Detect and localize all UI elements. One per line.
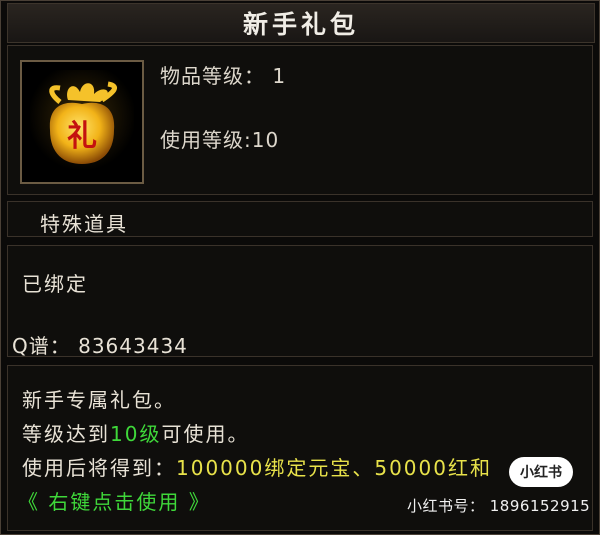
gift-glyph: 礼	[67, 119, 97, 154]
item-tooltip: 新手礼包 礼 物品等级： 1 使用等级:10 特殊道具 已绑定 Q谱： 8364…	[0, 0, 600, 535]
watermark-text: 小红书号： 1896152915	[407, 497, 591, 515]
bind-status: 已绑定	[22, 272, 88, 296]
qq-group-text: Q谱： 83643434	[12, 334, 188, 358]
desc-line-2: 等级达到10级可使用。	[22, 418, 249, 447]
use-level-row: 使用等级:10	[160, 124, 279, 153]
desc-line-2-c: 可使用。	[161, 422, 250, 446]
desc-line-3-a: 使用后将得到：	[22, 456, 176, 480]
item-level-row: 物品等级： 1	[160, 60, 286, 89]
item-header-panel: 礼 物品等级： 1 使用等级:10	[7, 45, 593, 195]
desc-line-1: 新手专属礼包。	[22, 388, 176, 412]
required-level: 10级	[110, 422, 162, 446]
desc-line-2-a: 等级达到	[22, 422, 110, 446]
right-click-hint: 《 右键点击使用 》	[18, 490, 211, 514]
item-bind-panel: 已绑定 Q谱： 83643434	[7, 245, 593, 358]
reward-text: 100000绑定元宝、50000红和	[176, 456, 492, 480]
item-type: 特殊道具	[40, 212, 128, 236]
gift-bag-icon: 礼	[30, 70, 134, 174]
use-level-label: 使用等级:	[160, 128, 252, 152]
desc-line-3: 使用后将得到：100000绑定元宝、50000红和	[22, 452, 492, 481]
use-level-value: 10	[251, 128, 280, 152]
watermark-badge: 小红书	[509, 457, 573, 487]
item-type-panel: 特殊道具	[7, 201, 593, 237]
item-icon-slot: 礼	[20, 60, 144, 184]
item-level-value: 1	[272, 64, 287, 88]
item-title: 新手礼包	[7, 3, 595, 43]
item-level-label: 物品等级：	[160, 64, 265, 88]
